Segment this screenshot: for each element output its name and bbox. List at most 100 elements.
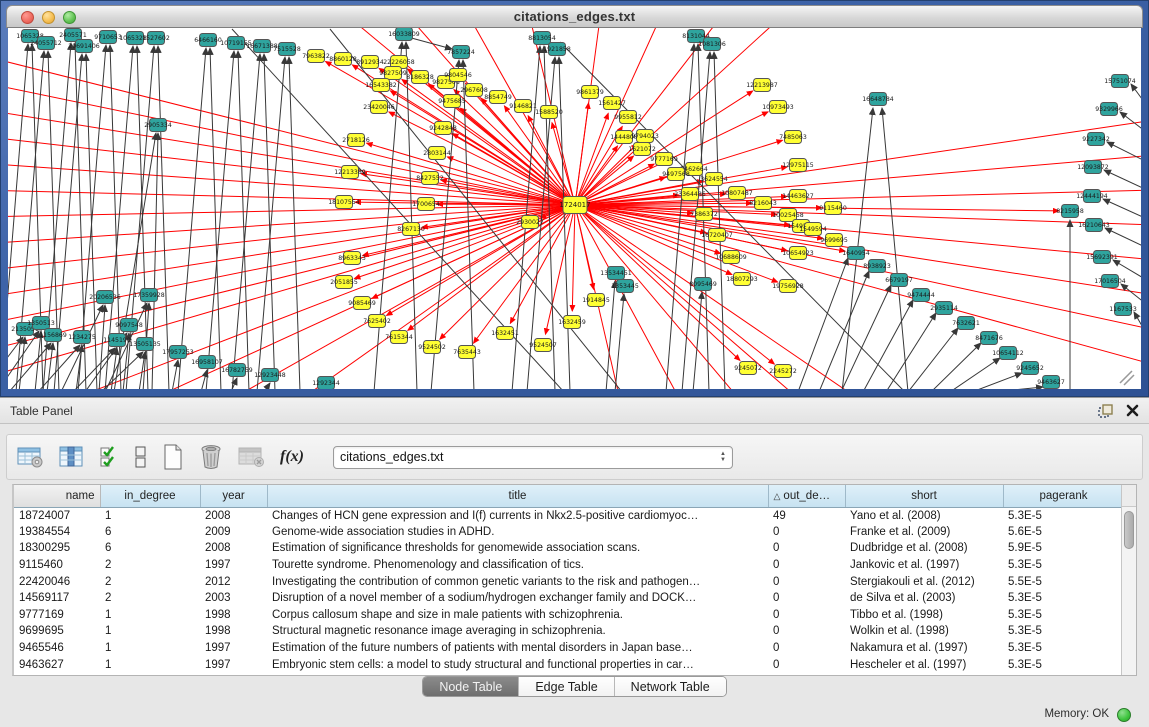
column-header-year[interactable]: year — [200, 485, 267, 507]
table-row[interactable]: 946362711997Embryonic stem cells: a mode… — [14, 656, 1124, 673]
network-node[interactable]: 1156869 — [39, 329, 67, 342]
table-selector-dropdown[interactable]: citations_edges.txt ▲▼ — [333, 446, 733, 469]
table-row[interactable]: 946554611997Estimation of the future num… — [14, 640, 1124, 657]
resize-grip-icon[interactable] — [1120, 371, 1134, 385]
network-node[interactable]: 9115460 — [819, 202, 847, 215]
column-header-pagerank[interactable]: pagerank — [1003, 485, 1124, 507]
network-node[interactable]: 9524507 — [529, 339, 557, 352]
network-node[interactable]: 9227342 — [1082, 133, 1110, 146]
network-node[interactable]: 9463627 — [1037, 376, 1065, 389]
network-node[interactable]: 1621072 — [628, 143, 656, 156]
network-node[interactable]: 9329966 — [1095, 103, 1123, 116]
network-node[interactable]: 1914845 — [582, 294, 610, 307]
window-titlebar[interactable]: citations_edges.txt — [6, 5, 1143, 28]
close-panel-icon[interactable] — [1126, 404, 1139, 417]
network-node[interactable]: 9955812 — [614, 111, 642, 124]
network-node[interactable]: 7635443 — [453, 346, 481, 359]
network-node[interactable]: 14463627 — [782, 190, 814, 203]
network-node[interactable]: 1527602 — [142, 32, 170, 45]
column-header-name[interactable]: name — [14, 485, 100, 507]
network-node[interactable]: 12093872 — [1077, 161, 1109, 174]
table-row[interactable]: 977716911998Corpus callosum shape and si… — [14, 607, 1124, 624]
network-node[interactable]: 13505135 — [129, 338, 161, 351]
network-node[interactable]: 7625402 — [363, 315, 391, 328]
network-node[interactable]: 9474444 — [907, 289, 935, 302]
table-row[interactable]: 1872400712008Changes of HCN gene express… — [14, 507, 1124, 524]
table-row[interactable]: 1830029562008Estimation of significance … — [14, 540, 1124, 557]
network-node[interactable]: 18107554 — [328, 196, 360, 209]
network-node[interactable]: 2245272 — [769, 365, 797, 378]
network-node[interactable]: 12213389 — [334, 166, 366, 179]
network-node[interactable]: 7485063 — [779, 131, 807, 144]
network-node[interactable]: 1145190 — [103, 334, 131, 347]
select-rows-icon[interactable] — [99, 445, 120, 469]
tab-network-table[interactable]: Network Table — [615, 677, 726, 696]
network-node[interactable]: 1588520 — [535, 106, 563, 119]
table-mode-icon[interactable] — [135, 445, 147, 469]
tab-edge-table[interactable]: Edge Table — [519, 677, 614, 696]
network-node[interactable]: 6466160 — [194, 34, 222, 47]
network-node[interactable]: 17016504 — [1094, 275, 1126, 288]
network-node[interactable]: 1167533 — [1109, 303, 1137, 316]
network-node[interactable]: 2718126 — [342, 134, 370, 147]
table-settings-icon[interactable] — [17, 446, 44, 468]
scrollbar-thumb[interactable] — [1124, 511, 1134, 549]
network-node[interactable]: 9146821 — [509, 100, 537, 113]
tab-node-table[interactable]: Node Table — [423, 677, 519, 696]
network-node[interactable]: 16210643 — [1078, 219, 1110, 232]
column-header-in_degree[interactable]: in_degree — [100, 485, 200, 507]
column-header-short[interactable]: short — [845, 485, 1003, 507]
network-node[interactable]: 7615344 — [385, 331, 413, 344]
network-node[interactable]: 2051855 — [330, 276, 358, 289]
network-canvas[interactable]: 1065328240557122405571206914069710653106… — [8, 28, 1141, 389]
network-node[interactable]: 2935114 — [930, 302, 958, 315]
network-node[interactable]: 16720407 — [701, 229, 733, 242]
network-hub-node[interactable]: 1724017 — [559, 197, 590, 214]
network-node[interactable]: 7857224 — [447, 46, 475, 59]
network-node[interactable]: 10973493 — [762, 101, 794, 114]
network-node[interactable]: 16648784 — [862, 93, 894, 106]
network-node[interactable]: 7632621 — [952, 317, 980, 330]
float-panel-icon[interactable] — [1098, 404, 1114, 418]
minimize-button[interactable] — [42, 11, 55, 24]
network-node[interactable]: 8215958 — [1056, 205, 1084, 218]
network-node[interactable]: 16958107 — [191, 356, 223, 369]
table-row[interactable]: 1938455462009Genome-wide association stu… — [14, 524, 1124, 541]
network-node[interactable]: 15692391 — [1086, 251, 1118, 264]
network-node[interactable]: 6679197 — [885, 274, 913, 287]
zoom-button[interactable] — [63, 11, 76, 24]
network-node[interactable]: 1640954 — [842, 247, 870, 260]
network-node[interactable]: 13534451 — [600, 267, 632, 280]
network-node[interactable]: 1234275 — [68, 331, 96, 344]
network-node[interactable]: 9710653 — [94, 31, 122, 44]
column-header-title[interactable]: title — [267, 485, 768, 507]
network-node[interactable]: 9245652 — [1016, 362, 1044, 375]
network-node[interactable]: 12975115 — [782, 159, 814, 172]
vertical-scrollbar[interactable] — [1121, 485, 1136, 675]
table-row[interactable]: 2242004622012Investigating the contribut… — [14, 573, 1124, 590]
network-node[interactable]: 9699695 — [820, 234, 848, 247]
network-node[interactable]: 10654112 — [992, 347, 1024, 360]
network-node[interactable]: 1561427 — [598, 97, 626, 110]
new-document-icon[interactable] — [162, 444, 184, 470]
table-row[interactable]: 969969511998Structural magnetic resonanc… — [14, 623, 1124, 640]
function-builder-icon[interactable]: f(x) — [280, 448, 304, 466]
table-row[interactable]: 1456911722003Disruption of a novel membe… — [14, 590, 1124, 607]
network-node[interactable]: 8095469 — [689, 278, 717, 291]
network-node[interactable]: 8938923 — [863, 260, 891, 273]
network-node[interactable]: 2803144 — [423, 147, 451, 160]
network-node[interactable]: 8471676 — [975, 332, 1003, 345]
column-visibility-icon[interactable] — [59, 446, 84, 468]
close-button[interactable] — [21, 11, 34, 24]
table-row[interactable]: 911546021997Tourette syndrome. Phenomeno… — [14, 557, 1124, 574]
network-node[interactable]: 9861379 — [576, 86, 604, 99]
network-node[interactable]: 7963822 — [302, 50, 330, 63]
delete-icon[interactable] — [199, 444, 223, 470]
column-header-out_de[interactable]: △out_de… — [768, 485, 845, 507]
network-node[interactable]: 10688609 — [715, 251, 747, 264]
network-node[interactable]: 8186328 — [406, 71, 434, 84]
network-node[interactable]: 10654923 — [782, 247, 814, 260]
network-node[interactable]: 8854749 — [484, 91, 512, 104]
network-node[interactable]: 23420046 — [363, 101, 395, 114]
network-node[interactable]: 15751074 — [1104, 75, 1136, 88]
